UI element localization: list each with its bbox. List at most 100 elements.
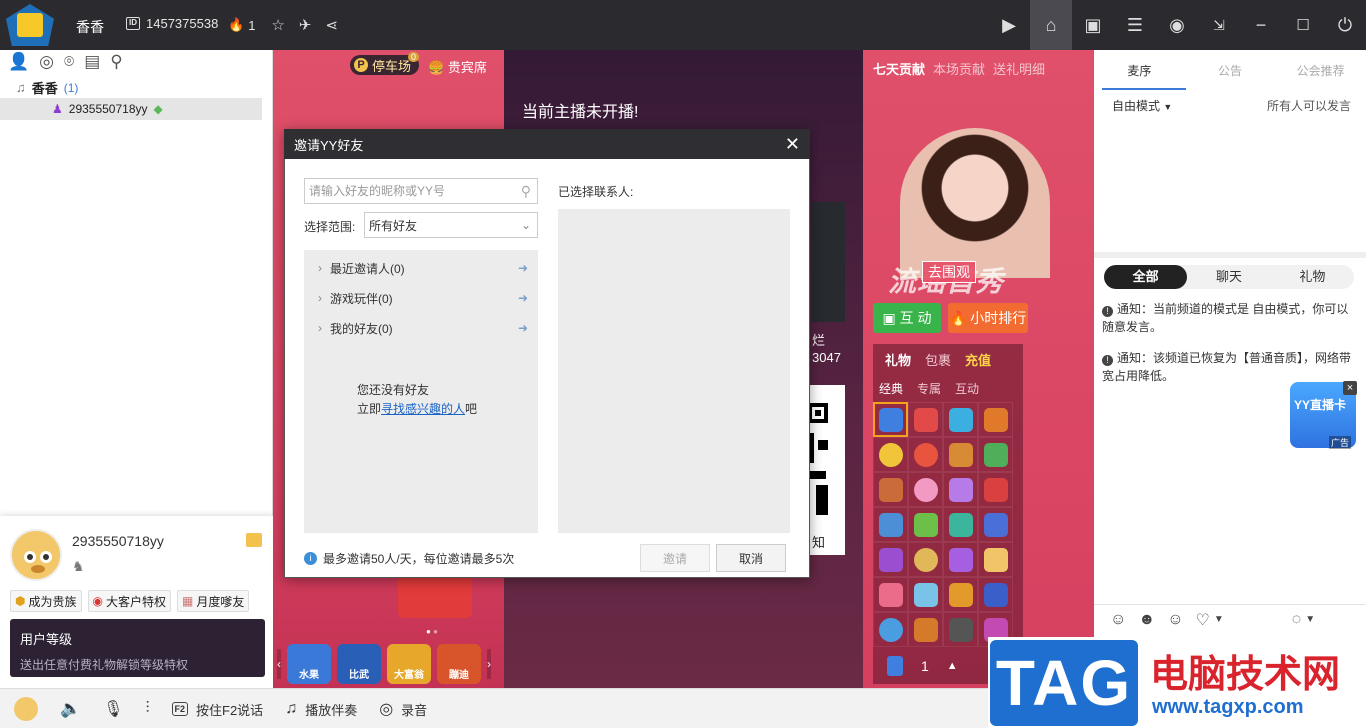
gift-item[interactable]: [908, 542, 943, 577]
tab-this-session[interactable]: 本场贡献: [933, 59, 985, 78]
gift-item[interactable]: [873, 402, 908, 437]
tab-recharge[interactable]: 充值: [965, 350, 991, 369]
gift-item[interactable]: [908, 507, 943, 542]
microphone-icon[interactable]: 🎙: [103, 699, 123, 719]
notes-icon[interactable]: ▤: [84, 52, 100, 72]
group-game-buddies[interactable]: › 游戏玩伴(0) ➜: [318, 288, 528, 308]
selected-contacts-list[interactable]: [558, 209, 790, 533]
friend-search-input[interactable]: [309, 184, 509, 198]
monthly-friend-button[interactable]: ▦ 月度嗲友: [177, 590, 250, 612]
close-icon[interactable]: ✕: [785, 134, 800, 155]
search-icon[interactable]: ⚲: [521, 183, 531, 200]
game-battle[interactable]: 比武: [337, 644, 381, 684]
gift-item[interactable]: [978, 577, 1013, 612]
tab-seven-day[interactable]: 七天贡献: [873, 59, 925, 78]
gift-item[interactable]: [943, 507, 978, 542]
record-button[interactable]: ◎ 录音: [379, 699, 427, 719]
promo-banner-image[interactable]: [900, 128, 1050, 278]
gift-item[interactable]: [908, 577, 943, 612]
gift-item[interactable]: [873, 507, 908, 542]
quantity-up-icon[interactable]: ▲: [947, 660, 958, 672]
arrow-right-icon[interactable]: ➜: [518, 291, 528, 305]
gift-item[interactable]: [978, 507, 1013, 542]
scroll-left-icon[interactable]: ‹: [277, 649, 281, 679]
tab-guild-recommend[interactable]: 公会推荐: [1275, 62, 1366, 79]
gift-item[interactable]: [873, 577, 908, 612]
play-music-button[interactable]: ♫ 播放伴奏: [285, 700, 357, 719]
game-fruit[interactable]: 水果: [287, 644, 331, 684]
noble-button[interactable]: ⬢ 成为贵族: [10, 590, 82, 612]
more-icon[interactable]: ▼: [1214, 614, 1224, 625]
maximize-icon[interactable]: ☐: [1282, 0, 1324, 50]
subtab-interactive[interactable]: 互动: [955, 380, 979, 397]
game-monopoly[interactable]: 大富翁: [387, 644, 431, 684]
speaker-icon[interactable]: 🔈: [60, 699, 81, 719]
chat-more-icon[interactable]: ▼: [1305, 614, 1315, 625]
gift-item[interactable]: [908, 472, 943, 507]
gift-item[interactable]: [943, 542, 978, 577]
user-level-card[interactable]: 用户等级 送出任意付费礼物解锁等级特权: [10, 619, 265, 677]
chat-tab-chat[interactable]: 聊天: [1187, 265, 1270, 289]
wallet-icon[interactable]: [246, 533, 262, 547]
arrow-right-icon[interactable]: ➜: [518, 261, 528, 275]
gift-item[interactable]: [873, 612, 908, 647]
gift-bag-icon[interactable]: ♡: [1196, 610, 1210, 630]
tab-mic-queue[interactable]: 麦序: [1094, 62, 1185, 79]
arrow-right-icon[interactable]: ➜: [518, 321, 528, 335]
find-interesting-people-link[interactable]: 寻找感兴趣的人: [381, 402, 465, 416]
group-recent-invites[interactable]: › 最近邀请人(0) ➜: [318, 258, 528, 278]
tab-gift-detail[interactable]: 送礼明细: [993, 59, 1045, 78]
vip-privilege-button[interactable]: ◉ 大客户特权: [87, 590, 171, 612]
download-icon[interactable]: ⇲: [1198, 0, 1240, 50]
gift-item[interactable]: [873, 542, 908, 577]
minimize-icon[interactable]: −: [1240, 0, 1282, 50]
gift-item[interactable]: [978, 472, 1013, 507]
anchor-card-image[interactable]: [812, 202, 845, 322]
interact-button[interactable]: ▣ 互 动: [873, 303, 941, 333]
gift-item[interactable]: [978, 542, 1013, 577]
font-icon[interactable]: ☺: [1110, 611, 1126, 629]
home-icon[interactable]: ⌂: [1030, 0, 1072, 50]
hour-rank-button[interactable]: 🔥 小时排行: [948, 303, 1028, 333]
gift-item[interactable]: [908, 612, 943, 647]
tab-gift[interactable]: 礼物: [885, 350, 911, 369]
gift-item[interactable]: [873, 437, 908, 472]
gift-item[interactable]: [908, 437, 943, 472]
avatar[interactable]: [10, 529, 62, 581]
game-disco[interactable]: 蹦迪: [437, 644, 481, 684]
tab-announcement[interactable]: 公告: [1185, 62, 1276, 79]
gift-item[interactable]: [943, 577, 978, 612]
mascot-icon[interactable]: [14, 697, 38, 721]
gift-item[interactable]: [978, 437, 1013, 472]
share-icon[interactable]: ⋖: [325, 16, 338, 34]
tab-package[interactable]: 包裹: [925, 350, 951, 369]
subtab-exclusive[interactable]: 专属: [917, 380, 941, 397]
power-icon[interactable]: ⏻: [1324, 0, 1366, 50]
gift-item[interactable]: [943, 402, 978, 437]
close-icon[interactable]: ×: [1343, 381, 1357, 395]
gift-item[interactable]: [908, 402, 943, 437]
plane-icon[interactable]: ✈: [299, 16, 312, 34]
star-icon[interactable]: ☆: [271, 16, 284, 34]
headset-icon[interactable]: ◎: [39, 52, 54, 72]
emoji-icon[interactable]: ☻: [1138, 611, 1155, 629]
equalizer-icon[interactable]: ⫶: [145, 700, 149, 718]
go-watch-button[interactable]: 去围观: [922, 261, 976, 283]
chat-bubble-icon[interactable]: ◌: [1292, 611, 1302, 629]
channel-tree-root[interactable]: ♫ 香香 (1): [16, 78, 78, 97]
subtab-classic[interactable]: 经典: [879, 380, 903, 397]
tree-user-row[interactable]: ♟ 2935550718yy ◆: [0, 98, 262, 120]
gift-item[interactable]: [873, 472, 908, 507]
gift-quantity[interactable]: 1: [921, 658, 929, 674]
push-to-talk-button[interactable]: F2 按住F2说话: [171, 700, 263, 719]
location-icon[interactable]: ⌾: [64, 52, 74, 72]
user-icon[interactable]: 👤: [8, 52, 29, 72]
gift-item[interactable]: [943, 472, 978, 507]
gift-item[interactable]: [943, 437, 978, 472]
gift-item[interactable]: [943, 612, 978, 647]
contacts-icon[interactable]: ▣: [1072, 0, 1114, 50]
list-icon[interactable]: ☰: [1114, 0, 1156, 50]
gift-item[interactable]: [978, 402, 1013, 437]
vip-seat-button[interactable]: 🍔 贵宾席: [428, 57, 487, 76]
cancel-button[interactable]: 取消: [716, 544, 786, 572]
